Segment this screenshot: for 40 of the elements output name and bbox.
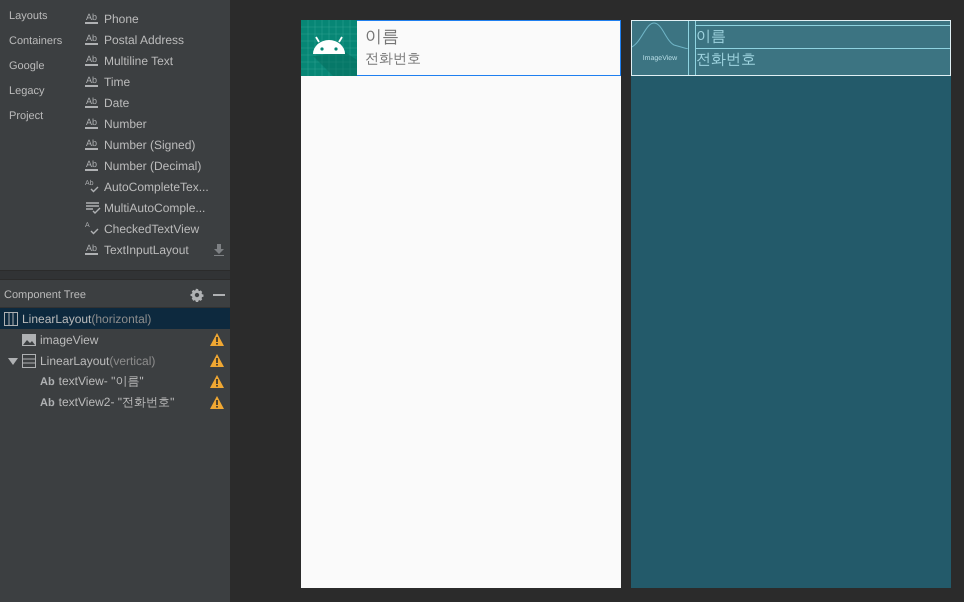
category-item[interactable]: Google xyxy=(0,58,82,83)
category-item[interactable]: Containers xyxy=(0,33,82,58)
name-text: 이름 xyxy=(365,26,400,48)
palette-item[interactable]: Ab Number xyxy=(85,113,230,134)
expanded-arrow-icon[interactable] xyxy=(8,356,18,366)
text-icon: Ab xyxy=(40,396,55,408)
palette-item[interactable]: MultiAutoComple... xyxy=(85,197,230,218)
tree-item[interactable]: imageView xyxy=(0,329,230,350)
warning-icon[interactable] xyxy=(210,375,224,388)
category-item[interactable]: Layouts xyxy=(0,8,82,33)
category-item[interactable]: Project xyxy=(0,108,82,133)
phone-text: 전화번호 xyxy=(365,49,421,68)
rows-icon xyxy=(22,354,36,368)
download-icon[interactable] xyxy=(213,244,225,256)
curve-icon xyxy=(632,21,688,49)
palette-item[interactable]: Ab Number (Decimal) xyxy=(85,155,230,176)
warning-icon[interactable] xyxy=(210,333,224,346)
tree-item[interactable]: Ab textView- "이름" xyxy=(0,371,230,392)
phone-text: 전화번호 xyxy=(696,48,950,71)
warning-icon[interactable] xyxy=(210,354,224,367)
palette-item[interactable]: Ab Phone xyxy=(85,8,230,29)
warning-icon[interactable] xyxy=(210,396,224,409)
palette-item[interactable]: Ab Time xyxy=(85,71,230,92)
palette-item[interactable]: Ab Postal Address xyxy=(85,29,230,50)
layout-row[interactable]: 이름 전화번호 xyxy=(301,20,621,76)
image-icon xyxy=(22,334,36,346)
columns-icon xyxy=(4,312,18,326)
text-icon: Ab xyxy=(40,376,55,388)
panel-title: Component Tree xyxy=(4,289,87,301)
palette-item[interactable]: Ab TextInputLayout xyxy=(85,239,230,260)
palette-item[interactable]: Ab Number (Signed) xyxy=(85,134,230,155)
tree-item[interactable]: LinearLayout(vertical) xyxy=(0,350,230,371)
palette-item[interactable]: Ab Date xyxy=(85,92,230,113)
tree-item[interactable]: Ab textView2- "전화번호" xyxy=(0,392,230,413)
palette-item[interactable]: Ab Multiline Text xyxy=(85,50,230,71)
list-check-icon xyxy=(85,200,101,214)
name-text: 이름 xyxy=(696,25,950,48)
tree-item[interactable]: LinearLayout(horizontal) xyxy=(0,308,230,329)
category-item[interactable]: Legacy xyxy=(0,83,82,108)
settings-icon[interactable] xyxy=(190,288,204,302)
